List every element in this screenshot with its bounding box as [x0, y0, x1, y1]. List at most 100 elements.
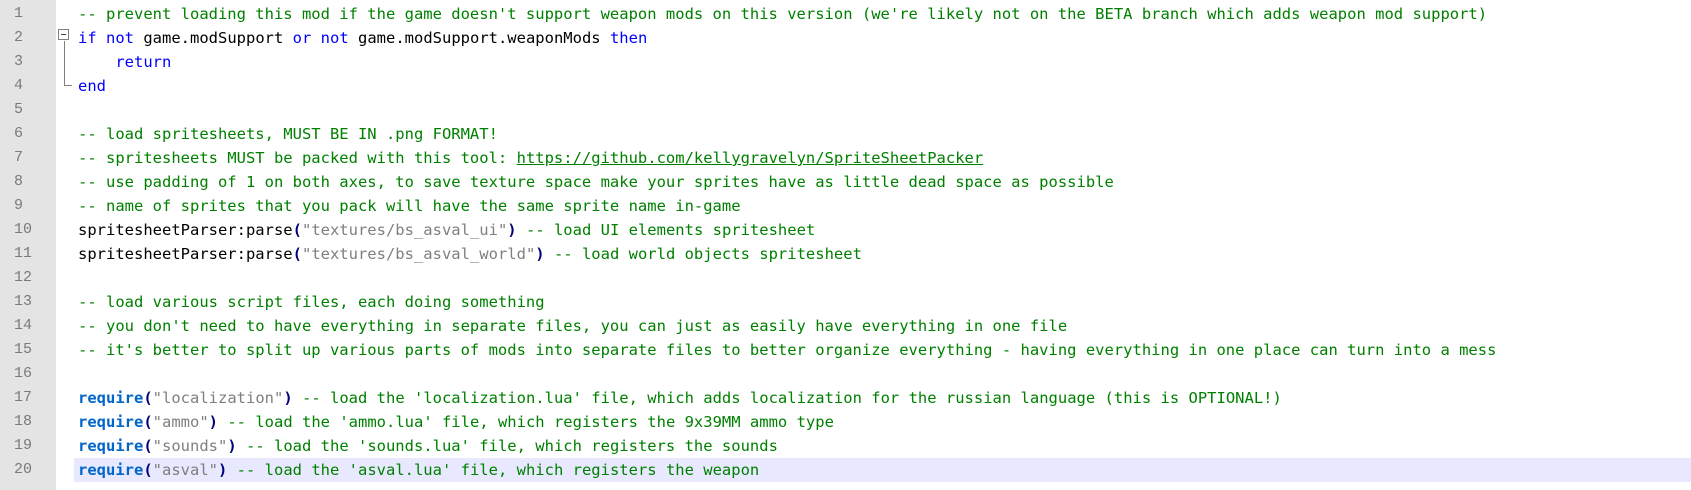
line-number: 17	[14, 389, 33, 406]
comment-token: -- it's better to split up various parts…	[78, 341, 1497, 359]
line-code[interactable]: -- name of sprites that you pack will ha…	[78, 194, 741, 218]
paren-token: (	[143, 389, 153, 407]
code-line[interactable]: 19 require("sounds") -- load the 'sounds.…	[0, 434, 1691, 458]
code-line[interactable]: 5	[0, 98, 1691, 122]
code-line[interactable]: 13 -- load various script files, each doi…	[0, 290, 1691, 314]
line-code[interactable]: end	[78, 74, 106, 98]
code-editor[interactable]: 1 -- prevent loading this mod if the game…	[0, 0, 1691, 490]
line-number: 9	[14, 197, 24, 214]
code-line[interactable]: 16	[0, 362, 1691, 386]
code-line[interactable]: 4 end	[0, 74, 1691, 98]
code-lines[interactable]: 1 -- prevent loading this mod if the game…	[0, 2, 1691, 482]
line-code[interactable]: -- you don't need to have everything in …	[78, 314, 1067, 338]
line-number: 15	[14, 341, 33, 358]
code-line[interactable]: 8 -- use padding of 1 on both axes, to sa…	[0, 170, 1691, 194]
keyword-token: if	[78, 29, 97, 47]
line-text-area[interactable]: -- load various script files, each doing…	[74, 290, 1691, 314]
line-text-area[interactable]: -- load spritesheets, MUST BE IN .png FO…	[74, 122, 1691, 146]
line-text-area[interactable]	[74, 362, 1691, 386]
code-line[interactable]: 2 if not game.modSupport or not game.modS…	[0, 26, 1691, 50]
code-line[interactable]: 18 require("ammo") -- load the 'ammo.lua'…	[0, 410, 1691, 434]
string-token: "textures/bs_asval_world"	[301, 245, 536, 263]
line-number: 3	[14, 53, 24, 70]
code-line[interactable]: 20 require("asval") -- load the 'asval.lu…	[0, 458, 1691, 482]
line-code[interactable]: -- load various script files, each doing…	[78, 290, 545, 314]
function-token: require	[78, 389, 144, 407]
line-number: 2	[14, 29, 24, 46]
line-text-area[interactable]: -- you don't need to have everything in …	[74, 314, 1691, 338]
line-text-area[interactable]: -- use padding of 1 on both axes, to sav…	[74, 170, 1691, 194]
line-text-area[interactable]: require("sounds") -- load the 'sounds.lu…	[74, 434, 1691, 458]
paren-token: (	[143, 461, 153, 479]
line-text-area[interactable]: spritesheetParser:parse("textures/bs_asv…	[74, 218, 1691, 242]
function-token: require	[78, 437, 144, 455]
line-number: 11	[14, 245, 33, 262]
line-text-area[interactable]	[74, 98, 1691, 122]
keyword-token: return	[115, 53, 172, 71]
function-token: require	[78, 461, 144, 479]
line-text-area[interactable]: return	[74, 50, 1691, 74]
code-line[interactable]: 1 -- prevent loading this mod if the game…	[0, 2, 1691, 26]
line-code[interactable]: require("asval") -- load the 'asval.lua'…	[78, 458, 759, 482]
line-text-area[interactable]: spritesheetParser:parse("textures/bs_asv…	[74, 242, 1691, 266]
line-text-area[interactable]: require("ammo") -- load the 'ammo.lua' f…	[74, 410, 1691, 434]
line-code[interactable]: require("ammo") -- load the 'ammo.lua' f…	[78, 410, 834, 434]
string-token: "localization"	[152, 389, 284, 407]
code-line[interactable]: 6 -- load spritesheets, MUST BE IN .png F…	[0, 122, 1691, 146]
code-line[interactable]: 12	[0, 266, 1691, 290]
identifier-token: game.modSupport.weaponMods	[348, 29, 610, 47]
line-text-area[interactable]	[74, 266, 1691, 290]
line-number: 7	[14, 149, 24, 166]
comment-token: -- load the 'sounds.lua' file, which reg…	[236, 437, 778, 455]
line-code[interactable]: return	[78, 50, 171, 74]
comment-token: -- load the 'asval.lua' file, which regi…	[227, 461, 760, 479]
identifier-token	[311, 29, 320, 47]
line-text-area[interactable]: -- it's better to split up various parts…	[74, 338, 1691, 362]
code-line[interactable]: 15 -- it's better to split up various par…	[0, 338, 1691, 362]
comment-token: -- use padding of 1 on both axes, to sav…	[78, 173, 1114, 191]
comment-token: -- load the 'localization.lua' file, whi…	[292, 389, 1282, 407]
code-line[interactable]: 7 -- spritesheets MUST be packed with thi…	[0, 146, 1691, 170]
line-code[interactable]: -- load spritesheets, MUST BE IN .png FO…	[78, 122, 498, 146]
line-text-area[interactable]: end	[74, 74, 1691, 98]
code-line[interactable]: 17 require("localization") -- load the 'l…	[0, 386, 1691, 410]
line-code[interactable]: spritesheetParser:parse("textures/bs_asv…	[78, 218, 815, 242]
paren-token: )	[283, 389, 293, 407]
keyword-token: or	[292, 29, 312, 47]
line-code[interactable]: spritesheetParser:parse("textures/bs_asv…	[78, 242, 862, 266]
paren-token: )	[507, 221, 517, 239]
paren-token: )	[227, 437, 237, 455]
line-text-area[interactable]: if not game.modSupport or not game.modSu…	[74, 26, 1691, 50]
identifier-token: spritesheetParser:parse	[78, 245, 293, 263]
line-number: 12	[14, 269, 33, 286]
paren-token: (	[143, 413, 153, 431]
line-code[interactable]: require("sounds") -- load the 'sounds.lu…	[78, 434, 778, 458]
line-number: 1	[14, 5, 24, 22]
line-text-area[interactable]: require("localization") -- load the 'loc…	[74, 386, 1691, 410]
fold-end-marker	[64, 85, 72, 86]
url-link[interactable]: https://github.com/kellygravelyn/SpriteS…	[517, 149, 984, 167]
code-line[interactable]: 3 return	[0, 50, 1691, 74]
code-line[interactable]: 10 spritesheetParser:parse("textures/bs_a…	[0, 218, 1691, 242]
line-code[interactable]: -- spritesheets MUST be packed with this…	[78, 146, 983, 170]
line-text-area[interactable]: -- name of sprites that you pack will ha…	[74, 194, 1691, 218]
identifier-token: spritesheetParser:parse	[78, 221, 293, 239]
paren-token: (	[292, 221, 302, 239]
code-line[interactable]: 14 -- you don't need to have everything i…	[0, 314, 1691, 338]
line-code[interactable]: -- use padding of 1 on both axes, to sav…	[78, 170, 1114, 194]
code-line[interactable]: 9 -- name of sprites that you pack will h…	[0, 194, 1691, 218]
code-line[interactable]: 11 spritesheetParser:parse("textures/bs_a…	[0, 242, 1691, 266]
line-number: 14	[14, 317, 33, 334]
line-text-area[interactable]: require("asval") -- load the 'asval.lua'…	[74, 458, 1691, 482]
line-number: 18	[14, 413, 33, 430]
line-text-area[interactable]: -- prevent loading this mod if the game …	[74, 2, 1691, 26]
line-number: 16	[14, 365, 33, 382]
line-code[interactable]: -- it's better to split up various parts…	[78, 338, 1496, 362]
line-number: 4	[14, 77, 24, 94]
line-text-area[interactable]: -- spritesheets MUST be packed with this…	[74, 146, 1691, 170]
line-number: 20	[14, 461, 33, 478]
line-code[interactable]: require("localization") -- load the 'loc…	[78, 386, 1282, 410]
fold-collapse-icon[interactable]	[58, 29, 69, 40]
line-code[interactable]: if not game.modSupport or not game.modSu…	[78, 26, 647, 50]
line-code[interactable]: -- prevent loading this mod if the game …	[78, 2, 1487, 26]
